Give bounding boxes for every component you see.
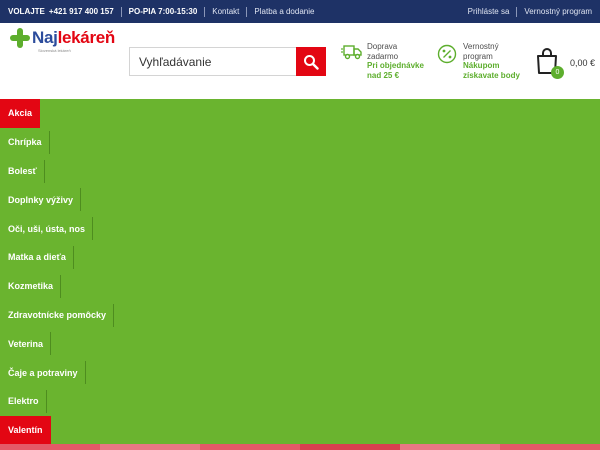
loyalty-highlight-2: získavate body — [463, 70, 520, 80]
menu-item: Čaje a potraviny — [0, 358, 600, 387]
cart-button[interactable]: 0 — [535, 47, 565, 79]
opening-hours: PO-PIA 7:00-15:30 — [128, 7, 198, 16]
menu-item-link[interactable]: Akcia — [0, 99, 41, 128]
top-bar: VOLAJTE +421 917 400 157 PO-PIA 7:00-15:… — [0, 0, 600, 23]
cart-total[interactable]: 0,00 € — [570, 58, 595, 68]
percent-icon — [437, 44, 457, 64]
menu-item-link[interactable]: Valentín — [0, 415, 51, 445]
menu-item: Doplnky výživy — [0, 185, 600, 214]
contact-link[interactable]: Kontakt — [212, 7, 239, 16]
loyalty-line-1: Vernostný — [463, 42, 499, 51]
bottom-banner-strip — [0, 444, 600, 450]
divider — [204, 6, 206, 17]
logo-tagline: Slovenská lekáreň — [38, 48, 71, 53]
menu-item-link[interactable]: Chrípka — [0, 128, 50, 157]
site-logo[interactable]: Najlekáreň Slovenská lekáreň — [8, 28, 116, 53]
menu-item-link[interactable]: Bolesť — [0, 157, 45, 186]
menu-item: Chrípka — [0, 128, 600, 157]
menu-item-link[interactable]: Doplnky výživy — [0, 185, 82, 214]
payment-delivery-link[interactable]: Platba a dodanie — [254, 7, 314, 16]
menu-item-link[interactable]: Veterina — [0, 329, 52, 358]
loyalty-line-2: program — [463, 51, 493, 61]
shipping-line-2: zadarmo — [367, 51, 399, 61]
shipping-highlight-1: Pri objednávke — [367, 61, 424, 70]
divider — [120, 6, 122, 17]
loyalty-program-link[interactable]: Vernostný program — [524, 7, 592, 16]
search-box — [129, 47, 326, 76]
phone-link[interactable]: +421 917 400 157 — [49, 7, 114, 16]
menu-item: Veterina — [0, 329, 600, 358]
menu-item-link[interactable]: Oči, uši, ústa, nos — [0, 214, 94, 243]
cart-count-badge: 0 — [551, 66, 564, 79]
menu-item-link[interactable]: Čaje a potraviny — [0, 358, 86, 387]
pharmacy-cross-icon — [8, 28, 32, 48]
shipping-highlight-2: nad 25 € — [367, 70, 400, 80]
loyalty-highlight-1: Nákupom — [463, 61, 500, 70]
menu-item: Elektro — [0, 387, 600, 416]
divider — [516, 6, 518, 17]
menu-item: Akcia — [0, 99, 600, 128]
search-button[interactable] — [296, 47, 326, 76]
shipping-line-1: Doprava — [367, 42, 398, 51]
login-link[interactable]: Prihláste sa — [468, 7, 510, 16]
logo-text: Najlekáreň — [32, 28, 116, 47]
menu-item-link[interactable]: Elektro — [0, 387, 47, 416]
menu-item: Bolesť — [0, 157, 600, 186]
menu-item: Oči, uši, ústa, nos — [0, 214, 600, 243]
menu-item-link[interactable]: Kozmetika — [0, 272, 62, 301]
search-icon — [304, 54, 319, 70]
truck-icon — [341, 45, 362, 60]
call-label: VOLAJTE — [8, 7, 45, 16]
menu-item: Zdravotnícke pomôcky — [0, 301, 600, 330]
menu-item: Matka a dieťa — [0, 243, 600, 272]
menu-item-link[interactable]: Zdravotnícke pomôcky — [0, 301, 115, 330]
category-menu: Akcia Chrípka Bolesť Doplnky výživy Oči, uši… — [0, 99, 600, 445]
search-input[interactable] — [130, 48, 298, 75]
menu-item: Valentín — [0, 415, 600, 445]
divider — [246, 6, 248, 17]
menu-item-link[interactable]: Matka a dieťa — [0, 243, 74, 272]
menu-item: Kozmetika — [0, 272, 600, 301]
